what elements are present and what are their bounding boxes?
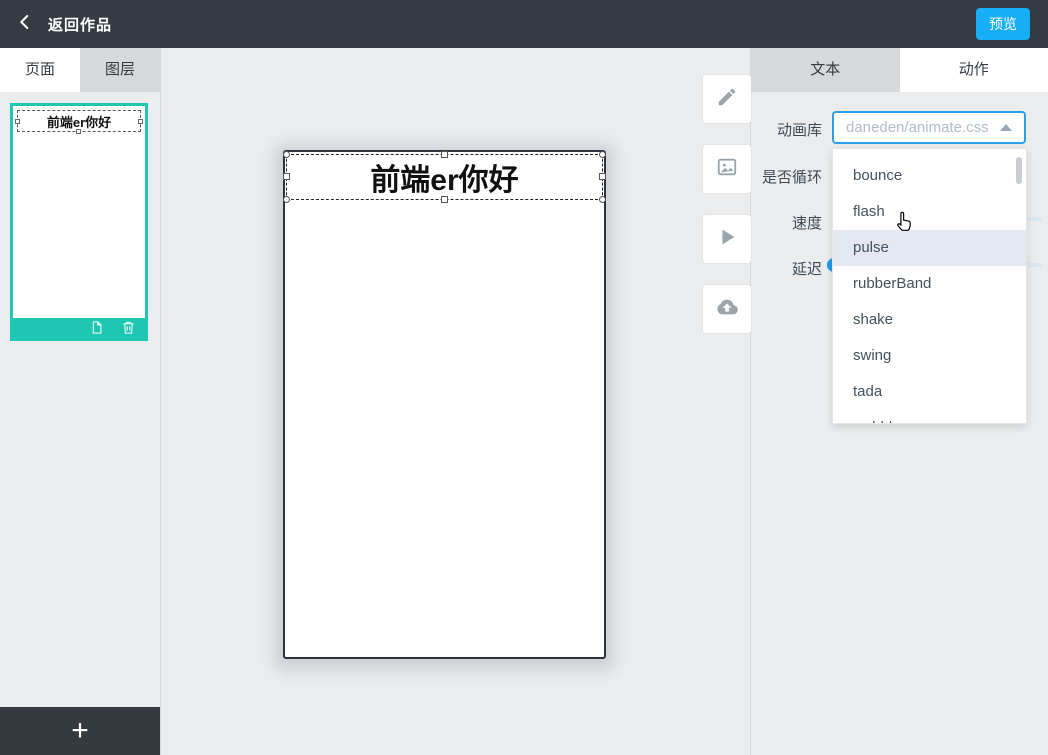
animation-library-select[interactable]: daneden/animate.css: [832, 111, 1026, 144]
add-image-button[interactable]: [703, 145, 751, 193]
tab-action[interactable]: 动作: [899, 48, 1048, 92]
dropdown-option-tada[interactable]: tada: [833, 374, 1026, 410]
resize-handle-mid-right[interactable]: [599, 173, 606, 180]
caret-up-icon: [1000, 124, 1012, 131]
chevron-left-icon: [16, 13, 34, 36]
topbar: 返回作品 预览: [0, 0, 1048, 48]
loop-label: 是否循环: [761, 169, 822, 186]
resize-handle-bottom-center[interactable]: [440, 196, 448, 203]
cloud-upload-icon: [716, 296, 738, 323]
dropdown-option-bounce[interactable]: bounce: [833, 158, 1026, 194]
page-thumbnail-text-element: 前端er你好: [15, 110, 143, 134]
preview-button[interactable]: 预览: [976, 8, 1030, 40]
mini-resize-handle: [138, 119, 143, 124]
add-text-button[interactable]: [703, 75, 751, 123]
animation-dropdown: bounce flash pulse rubberBand shake swin…: [832, 148, 1027, 424]
animation-library-label: 动画库: [776, 122, 822, 139]
image-icon: [716, 156, 738, 183]
right-panel-tabs: 文本 动作: [751, 48, 1048, 92]
dropdown-option-wobble[interactable]: wobble: [833, 410, 1026, 423]
selected-text-element[interactable]: 前端er你好: [283, 151, 606, 203]
left-panel-tabs: 页面 图层: [0, 48, 160, 92]
dropdown-option-shake[interactable]: shake: [833, 302, 1026, 338]
resize-handle-bottom-left[interactable]: [283, 196, 290, 203]
resize-handle-mid-left[interactable]: [283, 173, 290, 180]
back-button[interactable]: [16, 13, 34, 36]
dropdown-option-pulse[interactable]: pulse: [833, 230, 1026, 266]
add-page-button[interactable]: +: [0, 707, 160, 755]
tab-pages[interactable]: 页面: [0, 48, 80, 92]
page-thumbnail-text: 前端er你好: [46, 114, 112, 130]
app-root: 返回作品 预览 页面 图层 前端er你好 + 前端er你好 文本 动作 动画库 …: [0, 0, 1048, 755]
resize-handle-top-center[interactable]: [440, 151, 448, 158]
dropdown-option-flash[interactable]: flash: [833, 194, 1026, 230]
dropdown-option-rubberband[interactable]: rubberBand: [833, 266, 1026, 302]
dropdown-scrollbar[interactable]: [1016, 157, 1022, 184]
play-icon: [716, 226, 738, 253]
page-thumbnail-canvas: 前端er你好: [13, 106, 145, 318]
dropdown-option-swing[interactable]: swing: [833, 338, 1026, 374]
resize-handle-top-right[interactable]: [599, 151, 606, 158]
plus-icon: +: [71, 714, 89, 747]
mini-resize-handle: [15, 119, 20, 124]
element-toolbar: [703, 75, 751, 355]
tab-text[interactable]: 文本: [751, 48, 900, 92]
animation-library-value: daneden/animate.css: [846, 119, 989, 136]
back-to-works-label[interactable]: 返回作品: [48, 14, 112, 35]
play-button[interactable]: [703, 215, 751, 263]
resize-handle-bottom-right[interactable]: [599, 196, 606, 203]
delay-label: 延迟: [791, 261, 822, 278]
resize-handle-top-left[interactable]: [283, 151, 290, 158]
artboard[interactable]: 前端er你好: [283, 150, 606, 659]
page-thumbnail-actions: [10, 318, 148, 341]
pencil-icon: [716, 86, 738, 113]
upload-button[interactable]: [703, 285, 751, 333]
duplicate-page-icon[interactable]: [89, 320, 104, 340]
left-panel-divider: [160, 48, 161, 755]
delete-page-icon[interactable]: [121, 320, 136, 340]
mini-resize-handle: [76, 129, 81, 134]
text-element-content: 前端er你好: [370, 164, 519, 197]
speed-label: 速度: [791, 215, 822, 232]
tab-layers[interactable]: 图层: [80, 48, 160, 92]
page-thumbnail[interactable]: 前端er你好: [10, 103, 148, 341]
